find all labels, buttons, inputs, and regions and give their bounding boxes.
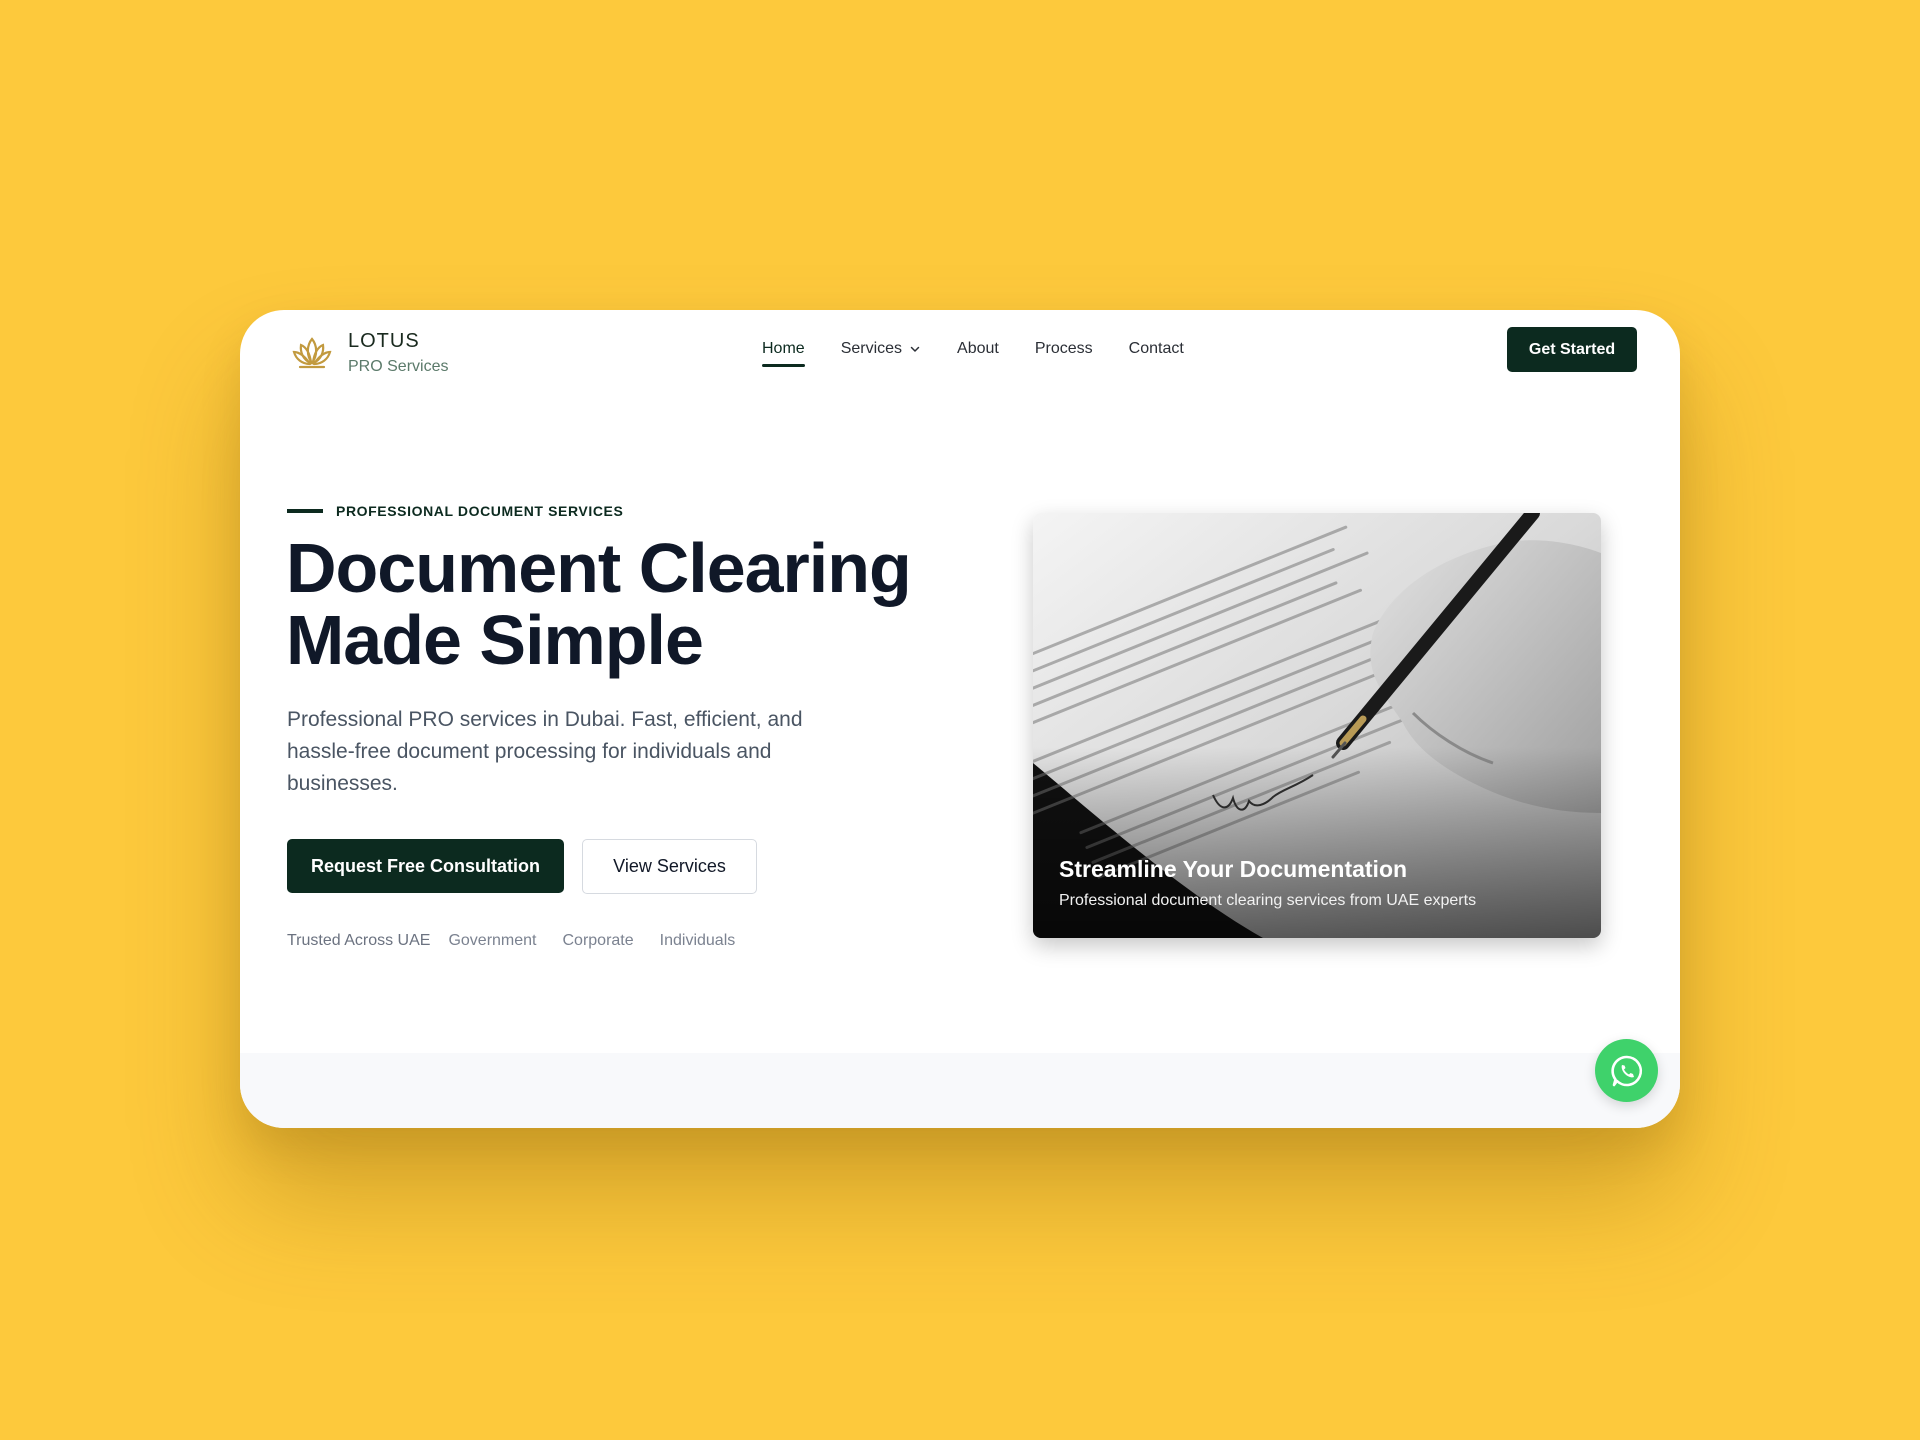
nav-item-process[interactable]: Process [1035,340,1093,366]
headline-line-1: Document Clearing [286,529,912,607]
request-consultation-button[interactable]: Request Free Consultation [287,839,564,893]
trusted-item-government: Government [448,932,537,949]
whatsapp-icon [1610,1055,1642,1086]
get-started-button[interactable]: Get Started [1507,327,1637,372]
brand-tagline: PRO Services [348,358,449,375]
main-nav: Home Services About Process Contact [762,340,1220,367]
lotus-icon [292,337,332,369]
trusted-row: Trusted Across UAE Government Corporate … [287,932,761,950]
hero-image-card: Streamline Your Documentation Profession… [1033,513,1601,938]
nav-item-about[interactable]: About [957,340,999,366]
trusted-item-individuals: Individuals [659,932,736,949]
brand-logo[interactable]: LOTUS PRO Services [290,330,448,376]
hero-eyebrow: PROFESSIONAL DOCUMENT SERVICES [287,503,623,519]
chevron-down-icon [910,346,920,352]
nav-item-services[interactable]: Services [841,340,921,366]
nav-item-services-label: Services [840,340,903,357]
hero-headline: Document Clearing Made Simple [286,532,946,676]
nav-item-home[interactable]: Home [762,340,805,367]
headline-line-2: Made Simple [286,601,704,679]
brand-text: LOTUS PRO Services [348,330,448,376]
view-services-button[interactable]: View Services [582,839,757,894]
whatsapp-button[interactable] [1595,1039,1658,1102]
trusted-label: Trusted Across UAE [287,932,431,949]
next-section-band [240,1053,1680,1128]
hero-subtext: Professional PRO services in Dubai. Fast… [287,708,803,795]
eyebrow-accent-line [287,509,323,513]
brand-name: LOTUS [348,330,420,352]
browser-card: LOTUS PRO Services Home Services About P… [240,310,1680,1128]
eyebrow-text: PROFESSIONAL DOCUMENT SERVICES [336,503,624,519]
trusted-item-corporate: Corporate [562,932,634,949]
hero-image-title: Streamline Your Documentation [1059,856,1408,882]
nav-item-contact[interactable]: Contact [1129,340,1184,366]
hero-image-subtitle: Professional document clearing services … [1059,892,1477,909]
